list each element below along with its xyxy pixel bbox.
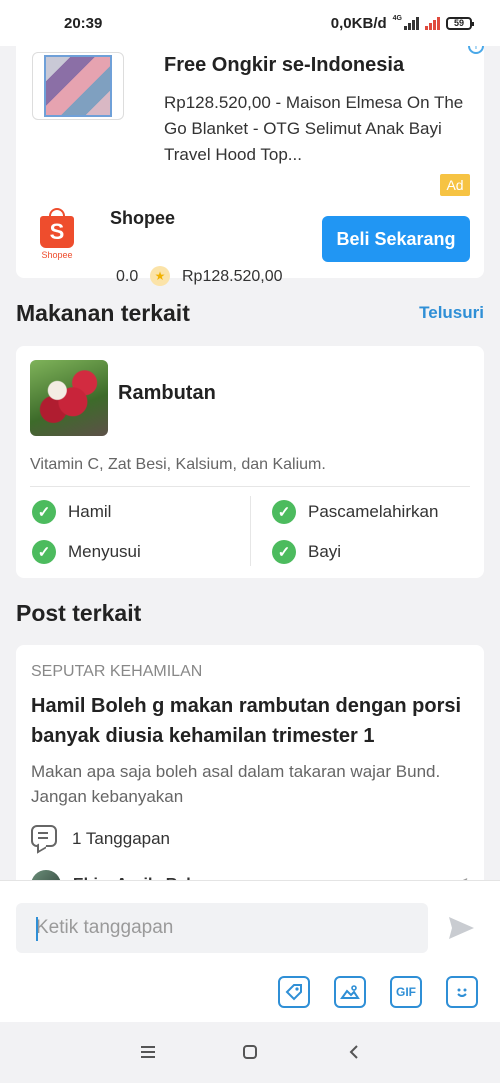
ad-title[interactable]: Free Ongkir se-Indonesia <box>164 54 474 77</box>
safe-for-label: Pascamelahirkan <box>308 502 439 521</box>
gif-icon[interactable]: GIF <box>390 976 422 1008</box>
food-nutrients: Vitamin C, Zat Besi, Kalsium, dan Kalium… <box>30 456 326 473</box>
food-image[interactable] <box>30 360 108 436</box>
post-body[interactable]: Makan apa saja boleh asal dalam takaran … <box>31 759 471 809</box>
check-circle-icon: ✓ <box>32 540 56 564</box>
check-circle-icon: ✓ <box>272 500 296 524</box>
network-type: 4G <box>392 14 402 22</box>
divider <box>250 496 251 566</box>
food-name[interactable]: Rambutan <box>118 382 216 405</box>
ad-card[interactable]: i Free Ongkir se-Indonesia Rp128.520,00 … <box>16 30 484 286</box>
star-icon: ★ <box>150 266 170 286</box>
sticker-icon[interactable] <box>446 976 478 1008</box>
reply-bar: GIF <box>0 880 500 1022</box>
menu-icon[interactable] <box>136 1040 160 1064</box>
safe-for-hamil: ✓ Hamil <box>32 500 111 524</box>
shopee-bag-icon: S <box>40 208 74 248</box>
divider <box>30 486 470 487</box>
ad-badge: Ad <box>440 174 470 196</box>
safe-for-menyusui: ✓ Menyusui <box>32 540 141 564</box>
shopee-logo: S Shopee <box>36 208 78 266</box>
status-indicators: 0,0KB/d 4G 59 <box>330 14 474 32</box>
related-post-title: Post terkait <box>16 600 142 626</box>
browse-link[interactable]: Telusuri <box>419 303 484 323</box>
comment-count[interactable]: 1 Tanggapan <box>72 829 170 849</box>
safe-for-bayi: ✓ Bayi <box>272 540 341 564</box>
home-icon[interactable] <box>238 1040 262 1064</box>
reply-input[interactable] <box>16 903 428 953</box>
status-bar: 20:39 0,0KB/d 4G 59 <box>0 0 500 46</box>
safe-for-label: Hamil <box>68 502 112 521</box>
safe-for-pascamelahirkan: ✓ Pascamelahirkan <box>272 500 438 524</box>
ad-description[interactable]: Rp128.520,00 - Maison Elmesa On The Go B… <box>164 90 469 168</box>
post-category[interactable]: SEPUTAR KEHAMILAN <box>31 663 202 681</box>
check-circle-icon: ✓ <box>32 500 56 524</box>
image-icon[interactable] <box>334 976 366 1008</box>
safe-for-label: Bayi <box>308 542 342 561</box>
safe-for-label: Menyusui <box>68 542 141 561</box>
post-title[interactable]: Hamil Boleh g makan rambutan dengan pors… <box>31 691 471 751</box>
text-cursor <box>36 917 38 941</box>
check-circle-icon: ✓ <box>272 540 296 564</box>
ad-price: Rp128.520,00 <box>182 268 283 285</box>
buy-now-button[interactable]: Beli Sekarang <box>322 216 470 262</box>
signal-icon <box>404 16 419 30</box>
comment-icon <box>31 825 57 847</box>
food-card[interactable]: Rambutan Vitamin C, Zat Besi, Kalsium, d… <box>16 346 484 578</box>
send-icon[interactable] <box>446 913 476 943</box>
signal-secondary-icon <box>425 16 440 30</box>
status-time: 20:39 <box>64 14 103 32</box>
system-nav-bar <box>0 1022 500 1083</box>
ad-product-image[interactable] <box>32 52 124 120</box>
related-food-title: Makanan terkait <box>16 300 190 326</box>
shop-rating: 0.0 <box>116 268 139 285</box>
post-card[interactable]: SEPUTAR KEHAMILAN Hamil Boleh g makan ra… <box>16 645 484 905</box>
network-speed: 0,0KB/d <box>330 14 387 32</box>
tag-icon[interactable] <box>278 976 310 1008</box>
shopee-logo-label: Shopee <box>41 250 73 260</box>
shop-name: Shopee <box>110 208 176 228</box>
battery-icon: 59 <box>446 16 474 30</box>
back-icon[interactable] <box>342 1040 366 1064</box>
